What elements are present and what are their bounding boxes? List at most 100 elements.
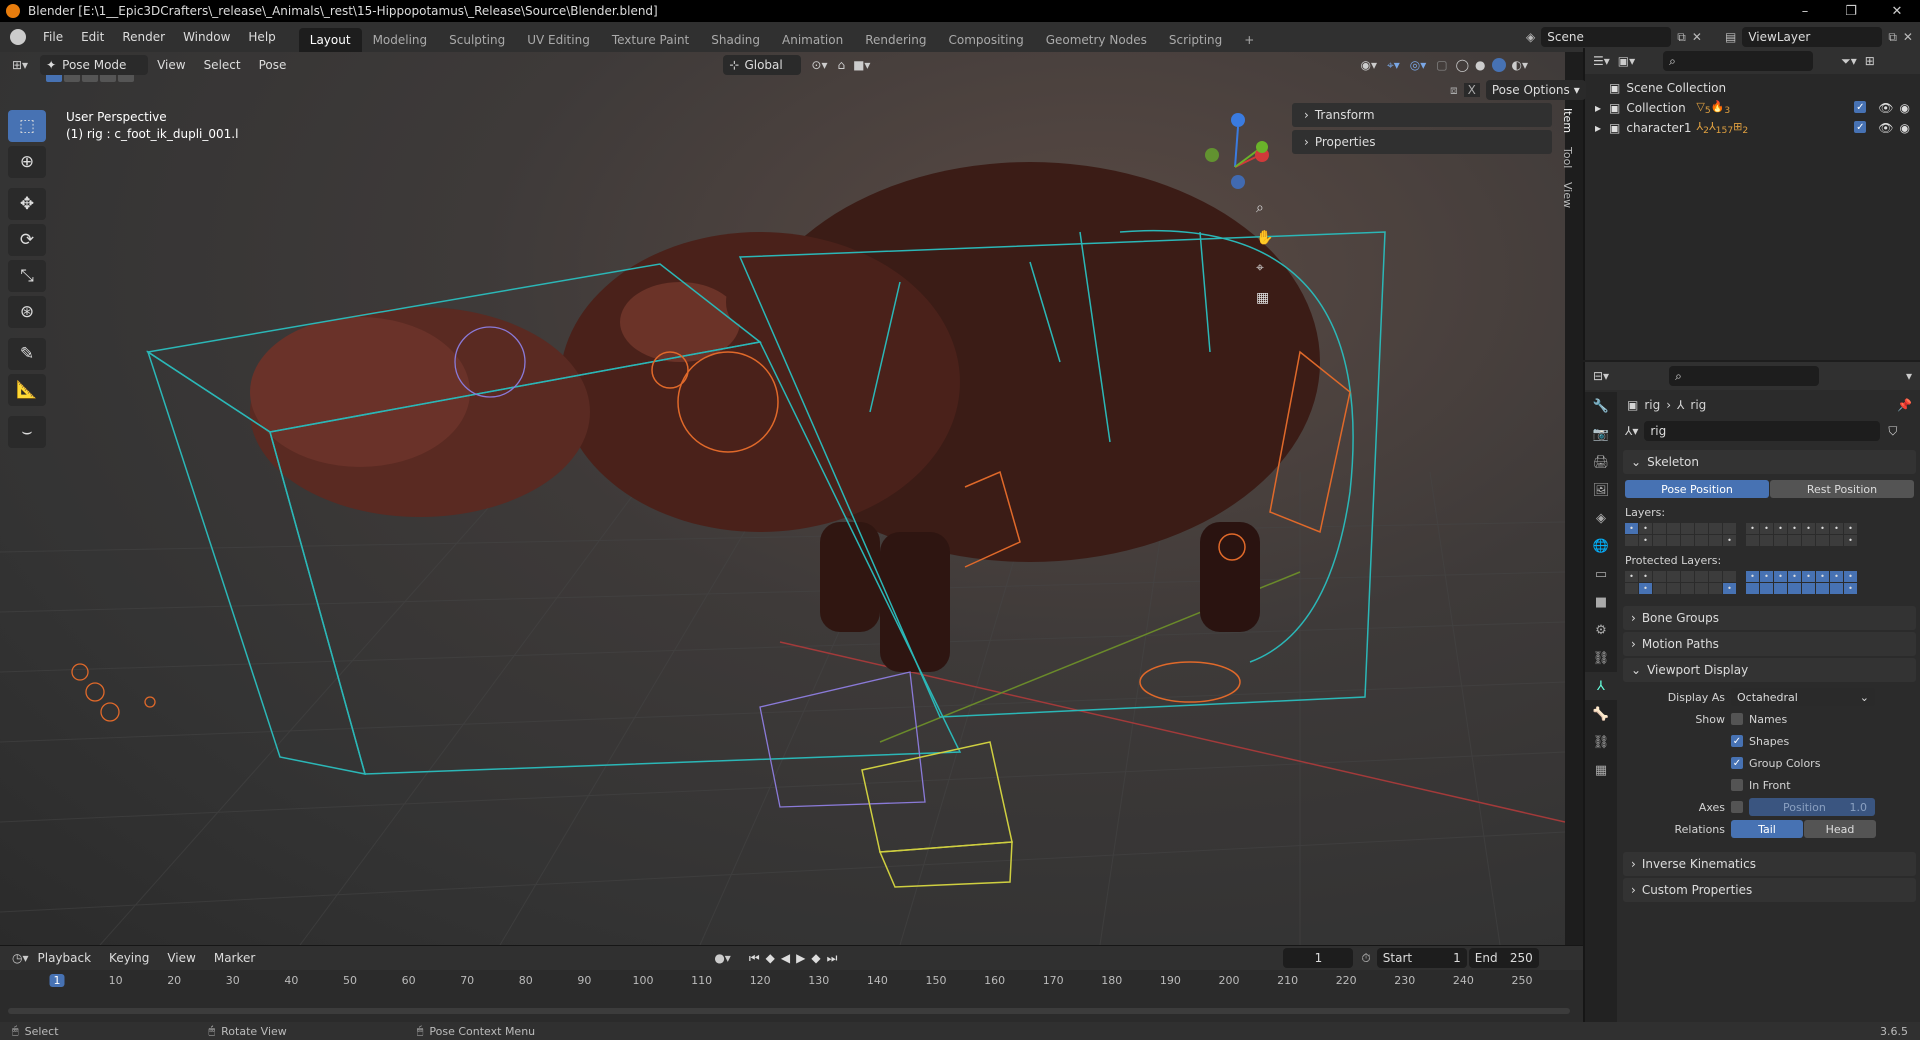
timeline-menu-view[interactable]: View bbox=[158, 943, 204, 973]
shapes-checkbox[interactable]: ✓ bbox=[1731, 735, 1743, 747]
pose-position-button[interactable]: Pose Position bbox=[1625, 480, 1769, 498]
fake-user-shield-icon[interactable]: ⛉ bbox=[1888, 424, 1897, 439]
play-icon[interactable]: ▶ bbox=[796, 951, 811, 965]
chevron-down-icon[interactable]: ▾ bbox=[1906, 369, 1912, 383]
collection-tab-icon[interactable]: ▭ bbox=[1585, 560, 1617, 588]
tab-sculpting[interactable]: Sculpting bbox=[438, 28, 516, 52]
move-tool-icon[interactable]: ✥ bbox=[8, 188, 46, 220]
close-icon[interactable]: ✕ bbox=[1874, 0, 1920, 22]
auto-keying-icon[interactable]: ●▾ bbox=[714, 951, 731, 965]
output-tab-icon[interactable]: 🖨 bbox=[1585, 448, 1617, 476]
group-colors-checkbox[interactable]: ✓ bbox=[1731, 757, 1743, 769]
overlay-toggle-icon[interactable]: ◎▾ bbox=[1410, 58, 1427, 72]
viewport-display-panel-header[interactable]: ⌄ Viewport Display bbox=[1623, 658, 1916, 682]
protected-layers-grid[interactable]: • • • • • • • • • • • • • bbox=[1625, 571, 1920, 594]
end-frame-field[interactable]: End 250 bbox=[1468, 948, 1539, 968]
outliner-row-collection[interactable]: ▸ ▣ Collection ▽5🔥3 ✓ 👁 ◉ bbox=[1585, 98, 1920, 118]
viewport-menu-pose[interactable]: Pose bbox=[250, 50, 296, 80]
material-shading-icon[interactable] bbox=[1491, 58, 1506, 72]
annotate-tool-icon[interactable]: ✎ bbox=[8, 338, 46, 370]
frame-ruler[interactable]: 1 10 20 30 40 50 60 70 80 90 100 110 120 130 140 150 160… bbox=[0, 970, 1583, 992]
timeline-menu-playback[interactable]: Playback bbox=[29, 943, 101, 973]
pivot-point-icon[interactable]: ⊙▾ bbox=[811, 58, 827, 72]
relations-tail-button[interactable]: Tail bbox=[1731, 820, 1803, 838]
start-frame-field[interactable]: Start 1 bbox=[1376, 948, 1467, 968]
viewlayer-field[interactable]: ViewLayer bbox=[1742, 27, 1883, 47]
solid-shading-icon[interactable]: ● bbox=[1475, 58, 1485, 72]
display-as-dropdown[interactable]: Octahedral ⌄ bbox=[1731, 688, 1875, 706]
object-tab-icon[interactable]: ■ bbox=[1585, 588, 1617, 616]
timeline-editor-icon[interactable]: ◷▾ bbox=[12, 951, 29, 965]
snap-target-icon[interactable]: ■▾ bbox=[853, 58, 870, 72]
blender-menu-icon[interactable] bbox=[10, 29, 26, 45]
viewport-3d[interactable]: ⌕ ✋ ⌖ ▦ User Perspective (1) rig : c_foot_i… bbox=[0, 52, 1565, 945]
new-scene-icon[interactable]: ⧉ bbox=[1677, 30, 1686, 45]
prev-keyframe-icon[interactable]: ◆ bbox=[766, 951, 781, 965]
texture-tab-icon[interactable]: ▦ bbox=[1585, 756, 1617, 784]
names-checkbox[interactable] bbox=[1731, 713, 1743, 725]
properties-editor-icon[interactable]: ⊟▾ bbox=[1593, 369, 1609, 383]
chevron-right-icon[interactable]: ▸ bbox=[1595, 101, 1601, 115]
tab-uv-editing[interactable]: UV Editing bbox=[516, 28, 601, 52]
camera-icon[interactable]: ◉ bbox=[1900, 121, 1910, 135]
new-viewlayer-icon[interactable]: ⧉ bbox=[1888, 30, 1897, 45]
wireframe-shading-icon[interactable]: ◯ bbox=[1456, 58, 1469, 72]
rendered-shading-icon[interactable]: ◐▾ bbox=[1512, 58, 1529, 72]
snap-icon[interactable]: ⌂ bbox=[837, 58, 845, 72]
timeline-menu-marker[interactable]: Marker bbox=[205, 943, 264, 973]
timeline-scrollbar[interactable] bbox=[8, 1008, 1570, 1014]
visibility-icon[interactable]: ◉▾ bbox=[1360, 58, 1377, 72]
chevron-right-icon[interactable]: ▸ bbox=[1595, 121, 1601, 135]
axes-checkbox[interactable] bbox=[1731, 801, 1743, 813]
viewport-menu-view[interactable]: View bbox=[148, 50, 194, 80]
properties-panel[interactable]: › Properties bbox=[1292, 130, 1552, 154]
scene-collection-row[interactable]: ▣ Scene Collection bbox=[1585, 78, 1920, 98]
axes-position-slider[interactable]: Position 1.0 bbox=[1749, 798, 1875, 816]
display-mode-icon[interactable]: ▣▾ bbox=[1618, 54, 1635, 68]
delete-scene-icon[interactable]: ✕ bbox=[1692, 30, 1702, 44]
viewport-menu-select[interactable]: Select bbox=[195, 50, 250, 80]
bone-tab-icon[interactable]: 🦴 bbox=[1585, 700, 1617, 728]
datablock-name-field[interactable]: rig bbox=[1644, 421, 1881, 441]
delete-viewlayer-icon[interactable]: ✕ bbox=[1903, 30, 1913, 44]
custom-properties-panel-header[interactable]: › Custom Properties bbox=[1623, 878, 1916, 902]
menu-help[interactable]: Help bbox=[239, 22, 284, 52]
motion-paths-panel-header[interactable]: › Motion Paths bbox=[1623, 632, 1916, 656]
skeleton-panel-header[interactable]: ⌄ Skeleton bbox=[1623, 450, 1916, 474]
editor-type-icon[interactable]: ⊞▾ bbox=[12, 58, 28, 72]
bone-groups-panel-header[interactable]: › Bone Groups bbox=[1623, 606, 1916, 630]
rotate-tool-icon[interactable]: ⟳ bbox=[8, 224, 46, 256]
menu-file[interactable]: File bbox=[34, 22, 72, 52]
minimize-icon[interactable]: – bbox=[1782, 0, 1828, 22]
collection-include-checkbox[interactable]: ✓ bbox=[1854, 101, 1867, 113]
transform-panel[interactable]: › Transform bbox=[1292, 103, 1552, 127]
in-front-checkbox[interactable] bbox=[1731, 779, 1743, 791]
sidebar-tab-tool[interactable]: Tool bbox=[1561, 147, 1574, 168]
layers-grid[interactable]: • • • • • • • • • • • • • bbox=[1625, 523, 1920, 546]
tab-scripting[interactable]: Scripting bbox=[1158, 28, 1233, 52]
tab-rendering[interactable]: Rendering bbox=[854, 28, 937, 52]
tab-compositing[interactable]: Compositing bbox=[937, 28, 1034, 52]
tab-texture-paint[interactable]: Texture Paint bbox=[601, 28, 700, 52]
constraint-tab-icon[interactable]: ⛓ bbox=[1585, 644, 1617, 672]
mirror-x-icon[interactable]: X bbox=[1463, 83, 1480, 97]
cursor-tool-icon[interactable]: ⊕ bbox=[8, 146, 46, 178]
eye-icon[interactable]: 👁 bbox=[1878, 121, 1893, 135]
scene-icon[interactable]: ◈ bbox=[1526, 30, 1535, 44]
world-tab-icon[interactable]: 🌐 bbox=[1585, 532, 1617, 560]
timeline-menu-keying[interactable]: Keying bbox=[100, 943, 158, 973]
measure-tool-icon[interactable]: 📐 bbox=[8, 374, 46, 406]
add-workspace-icon[interactable]: + bbox=[1233, 28, 1265, 52]
select-box-tool-icon[interactable]: ⬚ bbox=[8, 110, 46, 142]
relations-head-button[interactable]: Head bbox=[1804, 820, 1876, 838]
xray-toggle-icon[interactable]: ▢ bbox=[1436, 58, 1447, 72]
gizmo-toggle-icon[interactable]: ⌖▾ bbox=[1387, 58, 1400, 73]
preview-range-icon[interactable]: ⏱ bbox=[1361, 951, 1370, 966]
restore-icon[interactable]: ❐ bbox=[1828, 0, 1874, 22]
new-collection-icon[interactable]: ⊞ bbox=[1865, 54, 1875, 68]
pose-options-dropdown[interactable]: Pose Options ▾ bbox=[1485, 80, 1586, 100]
inverse-kinematics-panel-header[interactable]: › Inverse Kinematics bbox=[1623, 852, 1916, 876]
outliner-editor-icon[interactable]: ☰▾ bbox=[1593, 54, 1610, 68]
render-tab-icon[interactable]: 📷 bbox=[1585, 420, 1617, 448]
menu-render[interactable]: Render bbox=[113, 22, 174, 52]
